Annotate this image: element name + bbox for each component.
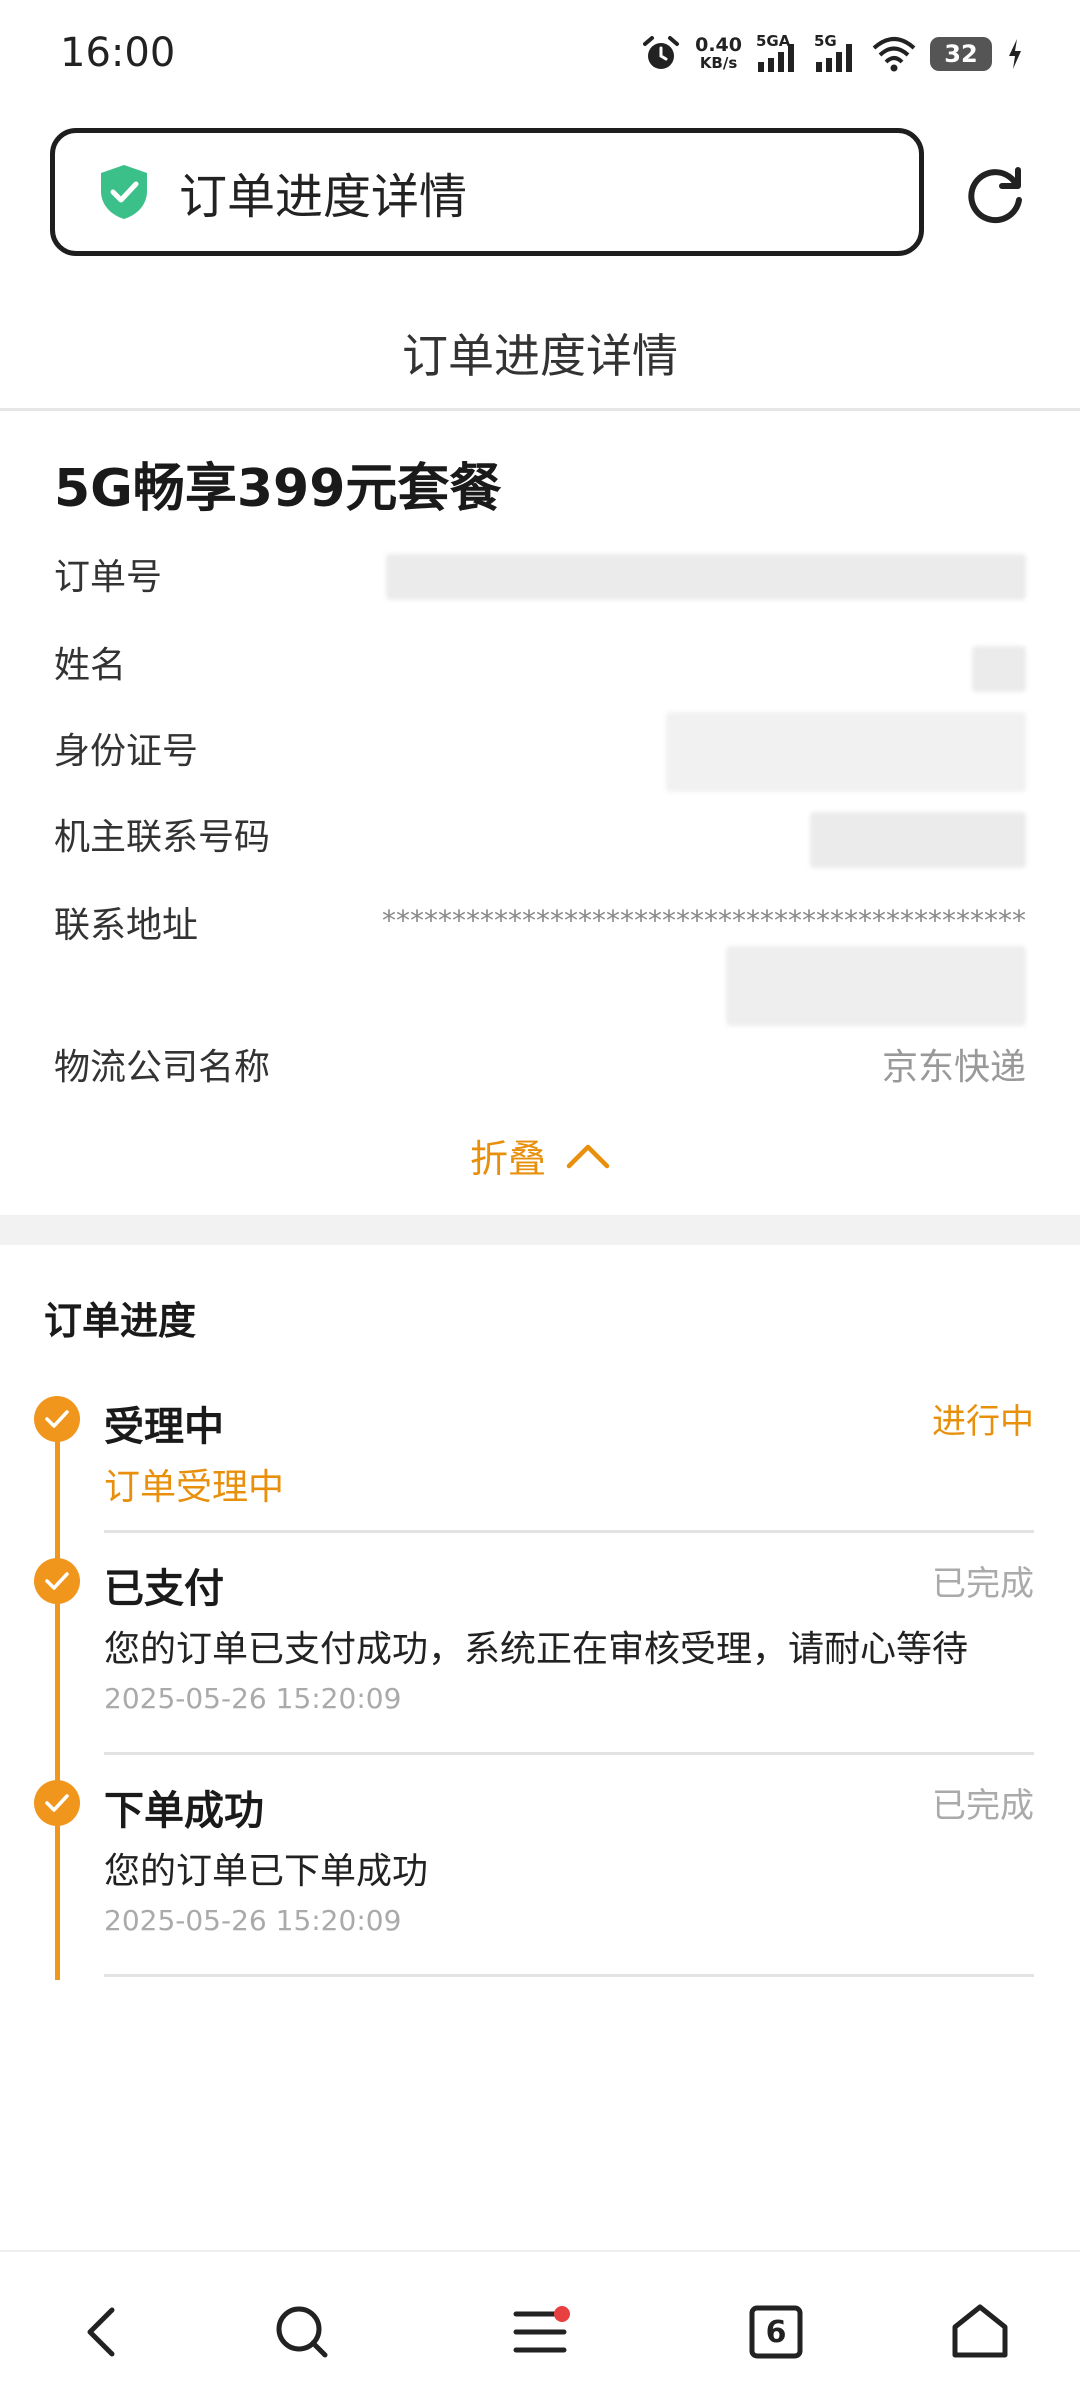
redacted-value bbox=[666, 712, 1026, 792]
redacted-value bbox=[386, 554, 1026, 600]
redacted-value bbox=[726, 946, 1026, 1026]
step-desc: 订单受理中 bbox=[104, 1467, 285, 1508]
step-desc: 您的订单已支付成功，系统正在审核受理，请耐心等待 bbox=[104, 1629, 969, 1670]
info-row-phone: 机主联系号码 bbox=[54, 808, 1026, 868]
wifi-icon bbox=[872, 37, 916, 72]
check-icon bbox=[34, 1558, 80, 1604]
notification-dot bbox=[554, 2306, 570, 2322]
home-icon bbox=[952, 2304, 1008, 2358]
timeline-line bbox=[55, 1420, 60, 1980]
redacted-value bbox=[810, 812, 1026, 868]
signal-sim1: 5GA bbox=[756, 32, 800, 74]
sim2-label: 5G bbox=[814, 32, 837, 50]
info-row-logistics: 物流公司名称 京东快递 bbox=[54, 1038, 1026, 1098]
alarm-icon bbox=[643, 36, 680, 69]
info-label: 物流公司名称 bbox=[54, 1047, 271, 1088]
signal-sim2: 5G bbox=[814, 32, 858, 74]
step-state: 进行中 bbox=[932, 1402, 1034, 1442]
security-shield-icon bbox=[101, 165, 147, 219]
collapse-label: 折叠 bbox=[469, 1137, 546, 1181]
step-state: 已完成 bbox=[932, 1564, 1034, 1604]
status-icons: 0.40 KB/s 5GA 5G 32 bbox=[641, 32, 1024, 74]
net-speed-unit: KB/s bbox=[699, 54, 738, 72]
tab-count: 6 bbox=[765, 2314, 787, 2350]
battery-indicator: 32 bbox=[930, 37, 992, 71]
step-divider bbox=[104, 1752, 1034, 1755]
charging-icon bbox=[1009, 39, 1021, 69]
net-speed: 0.40 KB/s bbox=[695, 34, 742, 73]
step-title: 受理中 bbox=[104, 1404, 224, 1450]
check-icon bbox=[34, 1396, 80, 1442]
title-divider bbox=[0, 408, 1080, 411]
menu-button[interactable] bbox=[500, 2292, 580, 2372]
tabs-button[interactable]: 6 bbox=[736, 2292, 816, 2372]
back-button[interactable] bbox=[62, 2292, 142, 2372]
step-state: 已完成 bbox=[932, 1786, 1034, 1826]
info-label: 联系地址 bbox=[54, 905, 199, 946]
check-icon bbox=[34, 1780, 80, 1826]
status-time: 16:00 bbox=[60, 30, 176, 76]
step-divider bbox=[104, 1530, 1034, 1533]
progress-section-title: 订单进度 bbox=[44, 1299, 197, 1343]
refresh-icon[interactable] bbox=[962, 162, 1028, 228]
info-label: 机主联系号码 bbox=[54, 817, 271, 858]
bottom-nav: 6 bbox=[0, 2250, 1080, 2400]
chevron-up-icon bbox=[566, 1144, 610, 1168]
plan-name: 5G畅享399元套餐 bbox=[54, 459, 502, 519]
info-label: 订单号 bbox=[54, 557, 163, 598]
info-row-order-number: 订单号 bbox=[54, 548, 1026, 608]
step-title: 下单成功 bbox=[104, 1788, 264, 1834]
info-row-name: 姓名 bbox=[54, 636, 1026, 696]
step-time: 2025-05-26 15:20:09 bbox=[104, 1682, 402, 1715]
back-icon bbox=[87, 2307, 115, 2357]
redacted-value bbox=[972, 646, 1026, 692]
info-label: 身份证号 bbox=[54, 731, 199, 772]
sim1-label: 5GA bbox=[756, 32, 791, 50]
search-icon bbox=[276, 2306, 328, 2358]
address-bar[interactable]: 订单进度详情 bbox=[50, 128, 924, 256]
step-divider bbox=[104, 1974, 1034, 1977]
logistics-company-value: 京东快递 bbox=[881, 1047, 1026, 1088]
step-desc: 您的订单已下单成功 bbox=[104, 1851, 429, 1892]
address-bar-title: 订单进度详情 bbox=[179, 169, 468, 225]
step-title: 已支付 bbox=[104, 1566, 224, 1612]
search-button[interactable] bbox=[262, 2292, 342, 2372]
info-row-address: 联系地址 ***********************************… bbox=[54, 896, 1026, 1026]
section-separator bbox=[0, 1215, 1080, 1245]
status-bar: 16:00 0.40 KB/s 5GA 5G 32 bbox=[0, 0, 1080, 116]
collapse-button[interactable]: 折叠 bbox=[0, 1128, 1080, 1183]
page-title: 订单进度详情 bbox=[402, 329, 678, 383]
address-masked-value: ****************************************… bbox=[382, 904, 1026, 937]
net-speed-value: 0.40 bbox=[695, 34, 742, 56]
info-row-id-number: 身份证号 bbox=[54, 712, 1026, 792]
info-label: 姓名 bbox=[54, 645, 127, 686]
home-button[interactable] bbox=[940, 2292, 1020, 2372]
step-time: 2025-05-26 15:20:09 bbox=[104, 1904, 402, 1937]
